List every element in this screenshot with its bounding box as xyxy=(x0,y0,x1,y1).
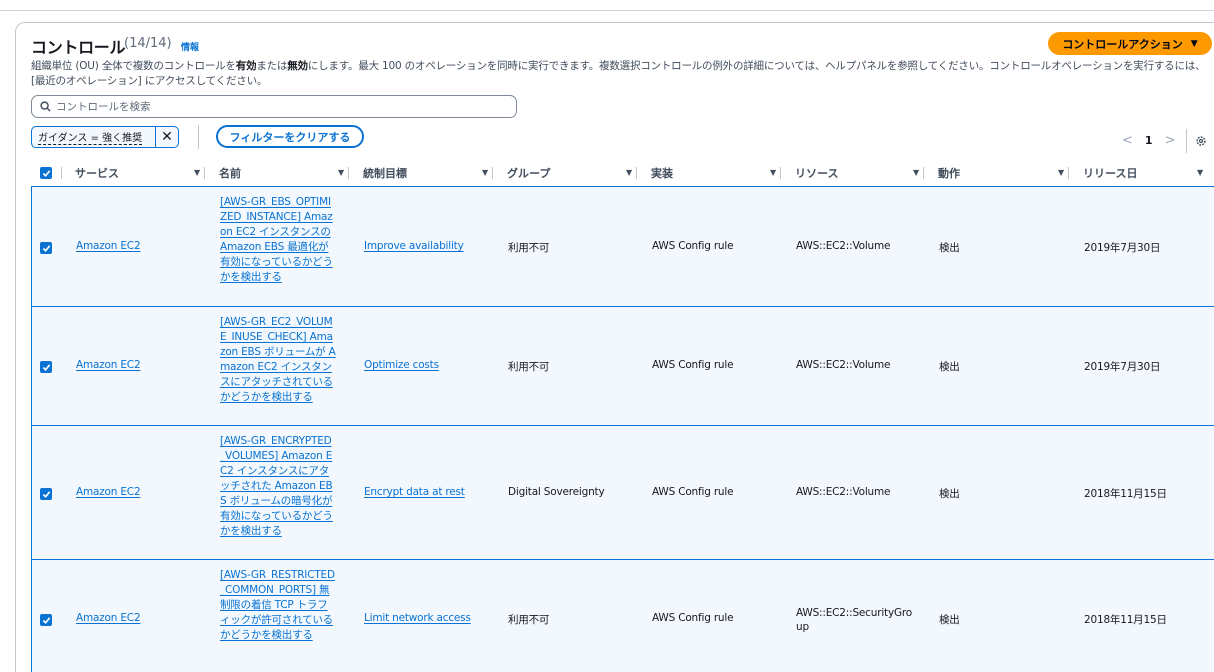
select-all-checkbox[interactable] xyxy=(40,162,52,184)
row-checkbox[interactable] xyxy=(40,361,52,373)
implementation-cell: AWS Config rule xyxy=(652,240,734,252)
divider xyxy=(1186,129,1187,153)
sort-caret-icon[interactable]: ▼ xyxy=(482,168,488,177)
sort-caret-icon[interactable]: ▼ xyxy=(194,168,200,177)
row-checkbox[interactable] xyxy=(40,488,52,500)
filter-token-label: ガイダンス = 強く推奨 xyxy=(38,129,143,145)
control-name-link[interactable]: [AWS-GR_EBS_OPTIMIZED_INSTANCE] Amazon E… xyxy=(220,195,336,285)
sort-caret-icon[interactable]: ▼ xyxy=(626,168,632,177)
objective-link[interactable]: Optimize costs xyxy=(364,359,439,371)
group-cell: Digital Sovereignty xyxy=(508,486,605,498)
objective-link[interactable]: Improve availability xyxy=(364,240,464,252)
table-row[interactable]: Amazon EC2 Limit network access 利用不可 AWS Co… xyxy=(31,559,1214,672)
table-row[interactable]: Amazon EC2 Encrypt data at rest Digital So… xyxy=(31,425,1214,560)
service-link[interactable]: Amazon EC2 xyxy=(76,486,141,498)
sort-caret-icon[interactable]: ▼ xyxy=(770,168,776,177)
column-divider xyxy=(204,167,205,179)
info-link[interactable]: 情報 xyxy=(181,40,199,53)
resource-cell: AWS::EC2::SecurityGroup xyxy=(796,607,913,633)
pagination: < 1 > xyxy=(1122,133,1175,148)
table-header: サービス ▼ 名前 ▼ 統制目標 ▼ グループ ▼ 実装 ▼ リソース ▼ 動作 ▼ リリース日 ▼ xyxy=(31,162,1214,184)
control-name-link[interactable]: [AWS-GR_EC2_VOLUME_INUSE_CHECK] Amazon E… xyxy=(220,315,336,405)
column-header-resource[interactable]: リソース xyxy=(795,162,838,184)
release-date-cell: 2018年11月15日 xyxy=(1084,614,1167,626)
caret-down-icon: ▼ xyxy=(1190,38,1198,49)
column-header-name[interactable]: 名前 xyxy=(219,162,241,184)
column-divider xyxy=(348,167,349,179)
control-name-link[interactable]: [AWS-GR_RESTRICTED_COMMON_PORTS] 無制限の着信 … xyxy=(220,568,336,643)
divider xyxy=(198,125,199,149)
service-link[interactable]: Amazon EC2 xyxy=(76,359,141,371)
chevron-right-icon[interactable]: > xyxy=(1165,133,1176,148)
row-checkbox[interactable] xyxy=(40,242,52,254)
column-header-objective[interactable]: 統制目標 xyxy=(363,162,407,184)
close-icon[interactable]: ✕ xyxy=(156,129,178,145)
table-body: Amazon EC2 Improve availability 利用不可 AWS Co… xyxy=(31,186,1214,672)
column-header-implementation[interactable]: 実装 xyxy=(651,162,673,184)
behavior-cell: 検出 xyxy=(939,361,960,373)
implementation-cell: AWS Config rule xyxy=(652,359,734,371)
resource-cell: AWS::EC2::Volume xyxy=(796,240,891,252)
column-divider xyxy=(1068,167,1069,179)
release-date-cell: 2018年11月15日 xyxy=(1084,488,1167,500)
sort-caret-icon[interactable]: ▼ xyxy=(1197,168,1203,177)
column-header-behavior[interactable]: 動作 xyxy=(938,162,960,184)
column-divider xyxy=(636,167,637,179)
resource-cell: AWS::EC2::Volume xyxy=(796,486,891,498)
group-cell: 利用不可 xyxy=(508,361,550,373)
behavior-cell: 検出 xyxy=(939,614,960,626)
release-date-cell: 2019年7月30日 xyxy=(1084,361,1161,373)
column-divider xyxy=(780,167,781,179)
table-row[interactable]: Amazon EC2 Improve availability 利用不可 AWS Co… xyxy=(31,186,1214,307)
group-cell: 利用不可 xyxy=(508,242,550,254)
page-number[interactable]: 1 xyxy=(1145,134,1153,147)
search-placeholder: コントロールを検索 xyxy=(56,101,151,113)
behavior-cell: 検出 xyxy=(939,242,960,254)
row-checkbox[interactable] xyxy=(40,614,52,626)
search-input[interactable]: コントロールを検索 xyxy=(31,95,517,118)
resource-cell: AWS::EC2::Volume xyxy=(796,359,891,371)
top-divider xyxy=(0,10,1214,11)
column-header-release_date[interactable]: リリース日 xyxy=(1083,162,1137,184)
service-link[interactable]: Amazon EC2 xyxy=(76,612,141,624)
control-count: (14/14) xyxy=(124,36,172,51)
chevron-left-icon[interactable]: < xyxy=(1122,133,1133,148)
behavior-cell: 検出 xyxy=(939,488,960,500)
implementation-cell: AWS Config rule xyxy=(652,612,734,624)
page-title: コントロール xyxy=(31,38,126,57)
control-actions-button[interactable]: コントロールアクション ▼ xyxy=(1048,32,1212,55)
release-date-cell: 2019年7月30日 xyxy=(1084,242,1161,254)
gear-icon[interactable] xyxy=(1195,135,1207,147)
group-cell: 利用不可 xyxy=(508,614,550,626)
search-icon xyxy=(40,101,51,112)
column-divider xyxy=(492,167,493,179)
implementation-cell: AWS Config rule xyxy=(652,486,734,498)
sort-caret-icon[interactable]: ▼ xyxy=(1058,168,1064,177)
sort-caret-icon[interactable]: ▼ xyxy=(338,168,344,177)
column-header-group[interactable]: グループ xyxy=(507,162,550,184)
objective-link[interactable]: Encrypt data at rest xyxy=(364,486,465,498)
column-divider xyxy=(923,167,924,179)
column-header-service[interactable]: サービス xyxy=(75,162,119,184)
clear-filters-button[interactable]: フィルターをクリアする xyxy=(216,125,364,148)
table-row[interactable]: Amazon EC2 Optimize costs 利用不可 AWS Config r… xyxy=(31,306,1214,426)
control-actions-label: コントロールアクション xyxy=(1062,37,1183,51)
control-name-link[interactable]: [AWS-GR_ENCRYPTED_VOLUMES] Amazon EC2 イン… xyxy=(220,434,336,539)
filter-token[interactable]: ガイダンス = 強く推奨 ✕ xyxy=(31,126,179,148)
sort-caret-icon[interactable]: ▼ xyxy=(913,168,919,177)
objective-link[interactable]: Limit network access xyxy=(364,612,471,624)
service-link[interactable]: Amazon EC2 xyxy=(76,240,141,252)
panel-description: 組織単位 (OU) 全体で複数のコントロールを有効または無効にします。最大 10… xyxy=(31,60,1206,87)
